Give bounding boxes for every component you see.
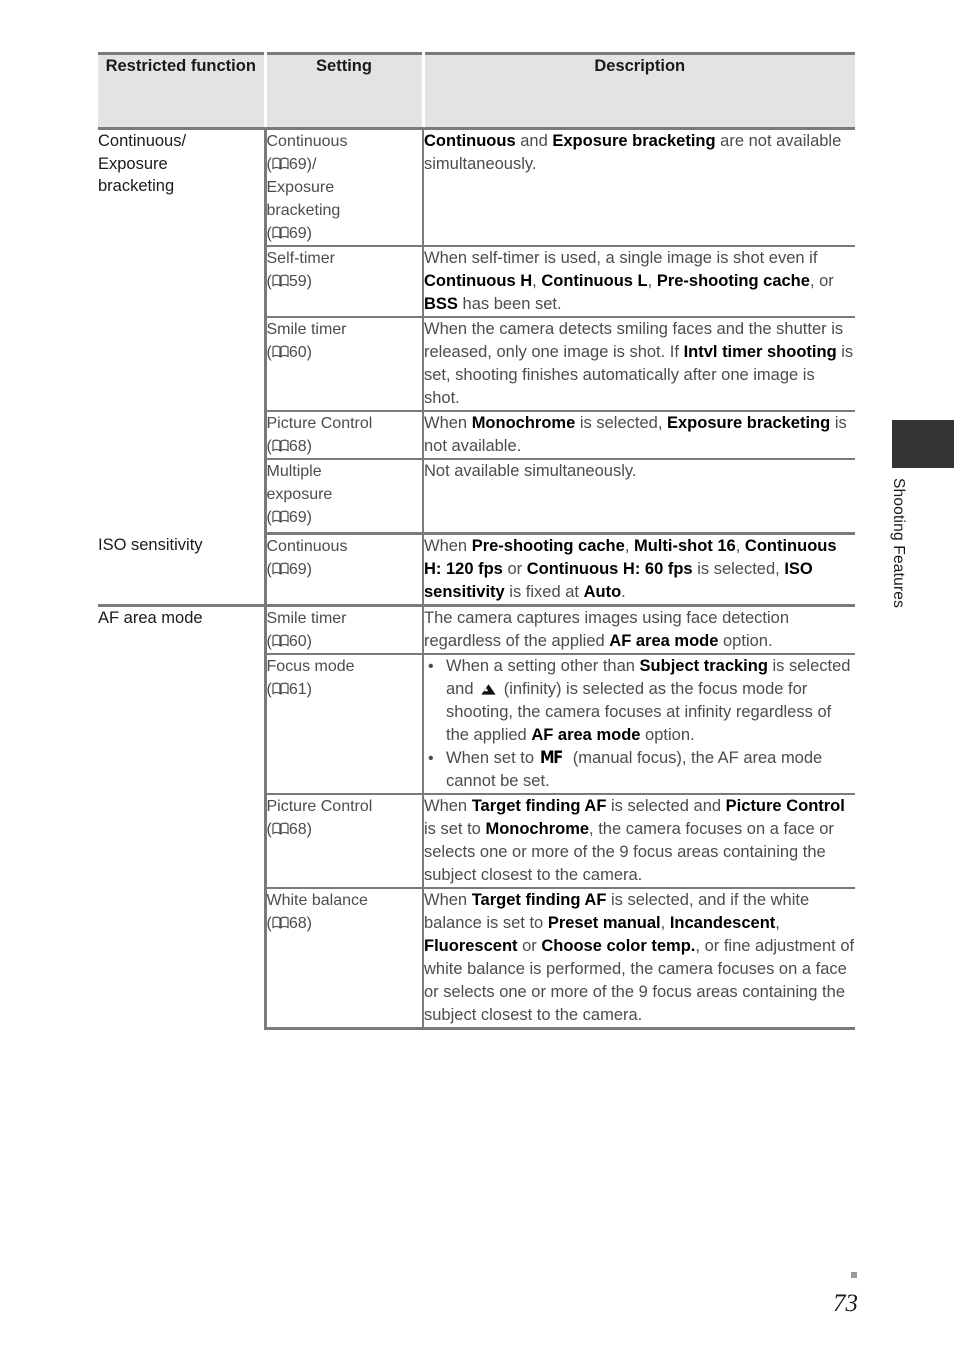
description-cell: When Pre-shooting cache, Multi-shot 16, … <box>423 533 855 607</box>
book-reference-icon <box>272 562 289 575</box>
section-tab-label: Shooting Features <box>890 478 907 609</box>
manual-focus-icon: MF <box>539 748 563 768</box>
column-header-setting: Setting <box>265 52 425 130</box>
description-cell: • When a setting other than Subject track… <box>423 654 855 795</box>
book-reference-icon <box>272 439 289 452</box>
book-reference-icon <box>272 345 289 358</box>
description-cell: The camera captures images using face de… <box>423 605 855 655</box>
bullet-icon: • <box>428 658 434 675</box>
group-label-text: Continuous/Exposure bracketing <box>98 132 187 195</box>
section-tab-marker <box>892 420 954 468</box>
description-cell: When the camera detects smiling faces an… <box>423 317 855 412</box>
page-number-marker <box>851 1272 857 1278</box>
book-reference-icon <box>272 274 289 287</box>
setting-cell-picture-control: Picture Control(68) <box>265 411 424 460</box>
setting-cell-continuous-exposure-bracketing: Continuous(69)/Exposure bracketing(69) <box>265 128 424 247</box>
group-label-af-area-mode: AF area mode <box>98 605 267 1029</box>
description-cell: When self-timer is used, a single image … <box>423 246 855 318</box>
setting-cell-multiple-exposure: Multiple exposure(69) <box>265 459 424 535</box>
book-reference-icon <box>272 634 289 647</box>
book-reference-icon <box>272 916 289 929</box>
book-reference-icon <box>272 226 289 239</box>
setting-cell-smile-timer: Smile timer(60) <box>265 317 424 412</box>
group-label-iso-sensitivity: ISO sensitivity <box>98 533 267 607</box>
description-cell: Not available simultaneously. <box>423 459 855 535</box>
group-label-text: AF area mode <box>98 609 203 627</box>
setting-cell-focus-mode: Focus mode(61) <box>265 654 424 795</box>
setting-cell-white-balance: White balance(68) <box>265 888 424 1030</box>
description-cell: Continuous and Exposure bracketing are n… <box>423 128 855 247</box>
page-number: 73 <box>833 1290 858 1317</box>
setting-cell-continuous-iso: Continuous(69) <box>265 533 424 607</box>
description-cell: When Monochrome is selected, Exposure br… <box>423 411 855 460</box>
list-item: • When set to MF (manual focus), the AF a… <box>428 748 823 790</box>
table-row: ISO sensitivity Continuous(69) When Pre-… <box>98 533 855 607</box>
description-cell: When Target finding AF is selected, and … <box>423 888 855 1030</box>
description-cell: When Target finding AF is selected and P… <box>423 794 855 889</box>
book-reference-icon <box>272 157 289 170</box>
book-reference-icon <box>272 510 289 523</box>
bullet-list: • When a setting other than Subject track… <box>424 655 855 793</box>
list-item: • When a setting other than Subject track… <box>428 657 851 744</box>
group-label-continuous-exposure-bracketing: Continuous/Exposure bracketing <box>98 128 267 534</box>
table-row: AF area mode Smile timer(60) The camera … <box>98 605 855 1029</box>
book-reference-icon <box>272 822 289 835</box>
table-row: Continuous/Exposure bracketing Continuous… <box>98 128 855 534</box>
setting-cell-picture-control-af: Picture Control(68) <box>265 794 424 889</box>
setting-cell-smile-timer-af: Smile timer(60) <box>265 605 424 655</box>
restricted-functions-table: Restricted function Setting Description … <box>98 52 855 1030</box>
column-header-description: Description <box>423 52 855 130</box>
infinity-mountain-icon <box>480 683 497 696</box>
book-reference-icon <box>272 682 289 695</box>
column-header-restricted-function: Restricted function <box>98 52 267 130</box>
bullet-icon: • <box>428 750 434 767</box>
manual-page: Shooting Features Restricted function Se… <box>0 0 954 1345</box>
group-label-text: ISO sensitivity <box>98 535 203 554</box>
table-header-row: Restricted function Setting Description <box>98 52 855 130</box>
setting-cell-self-timer: Self-timer(59) <box>265 246 424 318</box>
